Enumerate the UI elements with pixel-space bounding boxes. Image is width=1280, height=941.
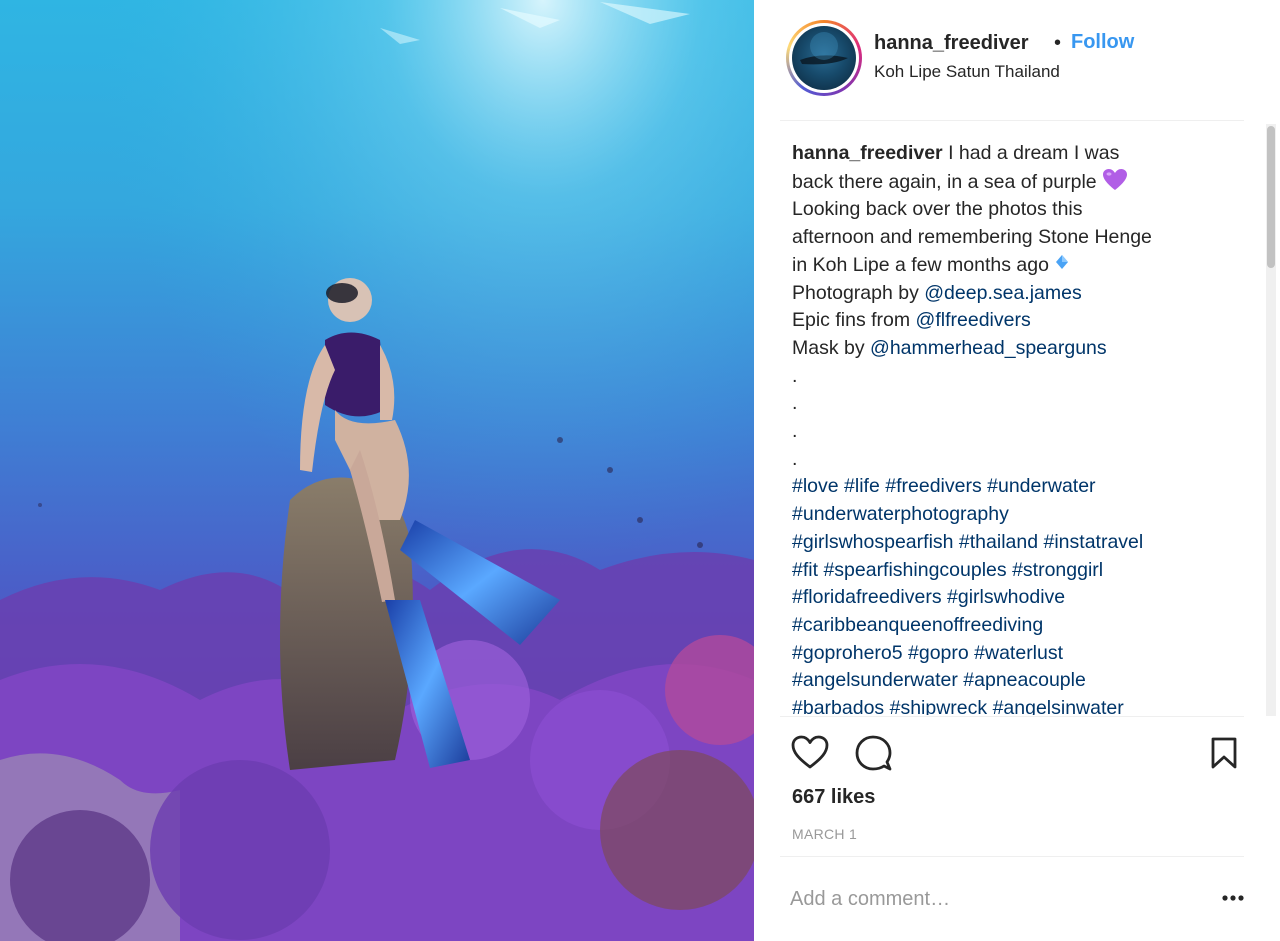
hashtag-link[interactable]: #instatravel xyxy=(1044,531,1144,553)
comment-icon[interactable] xyxy=(854,734,892,772)
avatar-image xyxy=(792,26,856,90)
hashtag-link[interactable]: #angelsunderwater xyxy=(792,669,958,691)
hashtag-link[interactable]: #love xyxy=(792,475,839,497)
likes-count[interactable]: 667 likes xyxy=(792,786,875,809)
caption-line: Photograph by @deep.sea.james xyxy=(792,281,1082,304)
hashtag-line: #angelsunderwater #apneacouple xyxy=(792,667,1242,695)
caption-line: afternoon and remembering Stone Henge xyxy=(792,226,1152,249)
action-bar xyxy=(754,730,1280,780)
separator-dot: • xyxy=(1054,32,1062,54)
hashtag-link[interactable]: #shipwreck xyxy=(890,697,988,715)
post-date: MARCH 1 xyxy=(792,826,858,842)
hashtag-link[interactable]: #apneacouple xyxy=(963,669,1086,691)
hashtag-line: #floridafreedivers #girlswhodive xyxy=(792,584,1242,612)
hashtag-line: #barbados #shipwreck #angelsinwater xyxy=(792,695,1242,715)
caption-line: back there again, in a sea of purple xyxy=(792,168,1242,197)
mention-link[interactable]: @flfreedivers xyxy=(916,309,1031,331)
divider xyxy=(780,716,1244,717)
hashtag-line: #love #life #freedivers #underwater xyxy=(792,473,1242,501)
follow-button[interactable]: Follow xyxy=(1071,31,1134,54)
caption-line: Looking back over the photos this xyxy=(792,198,1083,221)
caption-dot: . xyxy=(792,420,798,443)
hashtag-link[interactable]: #life xyxy=(844,475,880,497)
hashtag-link[interactable]: #girlswhodive xyxy=(947,586,1065,608)
hashtag-link[interactable]: #goprohero5 xyxy=(792,642,903,664)
hashtag-link[interactable]: #caribbeanqueenoffreediving xyxy=(792,614,1043,636)
more-options-icon[interactable] xyxy=(1220,888,1246,908)
hashtag-block: #love #life #freedivers #underwater #unde… xyxy=(792,473,1242,715)
hashtag-line: #girlswhospearfish #thailand #instatrave… xyxy=(792,529,1242,557)
caption-line: Epic fins from @flfreedivers xyxy=(792,309,1031,332)
hashtag-link[interactable]: #angelsinwater xyxy=(993,697,1124,715)
hashtag-link[interactable]: #stronggirl xyxy=(1012,559,1103,581)
mention-link[interactable]: @hammerhead_spearguns xyxy=(870,337,1107,359)
hashtag-link[interactable]: #thailand xyxy=(959,531,1038,553)
caption-username-link[interactable]: hanna_freediver xyxy=(792,142,943,164)
hashtag-line: #fit #spearfishingcouples #stronggirl xyxy=(792,557,1242,585)
hashtag-line: #caribbeanqueenoffreediving xyxy=(792,612,1242,640)
hashtag-link[interactable]: #freedivers xyxy=(885,475,981,497)
avatar[interactable] xyxy=(786,20,862,96)
hashtag-link[interactable]: #spearfishingcouples xyxy=(823,559,1006,581)
heart-icon[interactable] xyxy=(790,734,830,770)
hashtag-link[interactable]: #girlswhospearfish xyxy=(792,531,954,553)
caption-dot: . xyxy=(792,392,798,415)
divider xyxy=(780,120,1244,121)
blue-diamond-emoji-icon xyxy=(1056,254,1069,269)
post-photo[interactable] xyxy=(0,0,754,941)
comment-input[interactable] xyxy=(788,880,1192,918)
hashtag-link[interactable]: #gopro xyxy=(908,642,969,664)
hashtag-link[interactable]: #waterlust xyxy=(974,642,1063,664)
mention-link[interactable]: @deep.sea.james xyxy=(924,282,1081,304)
hashtag-link[interactable]: #underwaterphotography xyxy=(792,503,1009,525)
post-details-panel: hanna_freediver • Follow Koh Lipe Satun … xyxy=(754,0,1280,941)
hashtag-link[interactable]: #fit xyxy=(792,559,818,581)
bookmark-icon[interactable] xyxy=(1210,736,1238,770)
hashtag-link[interactable]: #underwater xyxy=(987,475,1095,497)
location-link[interactable]: Koh Lipe Satun Thailand xyxy=(874,62,1060,82)
caption-line: Mask by @hammerhead_spearguns xyxy=(792,336,1107,359)
divider xyxy=(780,856,1244,857)
hashtag-line: #goprohero5 #gopro #waterlust xyxy=(792,640,1242,668)
username-link[interactable]: hanna_freediver xyxy=(874,32,1029,55)
post-header: hanna_freediver • Follow Koh Lipe Satun … xyxy=(754,0,1280,120)
caption-line: in Koh Lipe a few months ago xyxy=(792,252,1242,280)
hashtag-link[interactable]: #floridafreedivers xyxy=(792,586,942,608)
underwater-freediver-image xyxy=(0,0,754,941)
scrollbar-thumb[interactable] xyxy=(1267,126,1275,268)
caption-line: hanna_freediver I had a dream I was xyxy=(792,142,1120,164)
caption-dot: . xyxy=(792,447,798,470)
purple-heart-emoji-icon xyxy=(1103,168,1128,190)
caption: hanna_freediver I had a dream I was back… xyxy=(792,140,1242,715)
caption-dot: . xyxy=(792,364,798,387)
caption-scrollbar[interactable] xyxy=(1266,124,1276,716)
hashtag-line: #underwaterphotography xyxy=(792,501,1242,529)
hashtag-link[interactable]: #barbados xyxy=(792,697,884,715)
